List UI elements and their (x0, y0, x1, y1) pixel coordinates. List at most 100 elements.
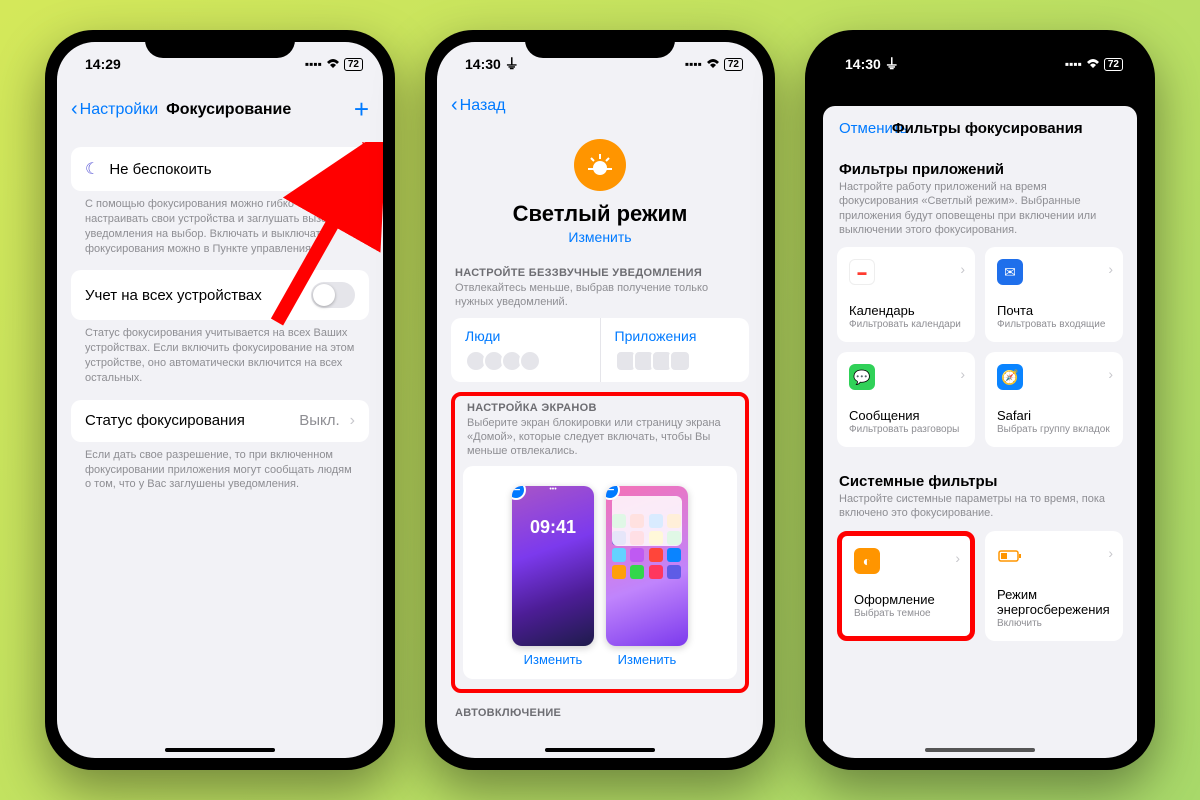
page-title: Фокусирование (166, 101, 354, 119)
tile-title: Режим энергосбережения (997, 587, 1111, 617)
share-across-row[interactable]: Учет на всех устройствах (71, 270, 369, 320)
safari-icon: 🧭 (997, 364, 1023, 390)
status-time: 14:30 ⏚ (465, 54, 519, 74)
tile-title: Оформление (854, 592, 958, 607)
screens-section-desc: Выберите экран блокировки или страницу э… (463, 414, 737, 467)
chevron-right-icon: › (350, 412, 355, 430)
notif-section-header: НАСТРОЙТЕ БЕЗЗВУЧНЫЕ УВЕДОМЛЕНИЯ (451, 267, 749, 279)
dnd-label: Не беспокоить (109, 161, 339, 178)
sun-icon (574, 139, 626, 191)
screen-focus-filters: 14:30 ⏚ ▪▪▪▪ 72 Отменить Фильтры фокусир… (817, 42, 1143, 758)
focus-status-row[interactable]: Статус фокусирования Выкл. › (71, 400, 369, 442)
battery-icon: 72 (724, 58, 743, 71)
apps-avatars (615, 350, 736, 372)
moon-icon: ☾ (85, 159, 99, 179)
chevron-right-icon: › (955, 550, 960, 566)
calendar-icon: ▬ (849, 259, 875, 285)
people-apps-row: Люди Приложения (451, 318, 749, 382)
phone-1: 14:29 ▪▪▪▪ 72 ‹ Настройки Фокусирование … (45, 30, 395, 770)
status-right: ▪▪▪▪ 72 (305, 57, 363, 71)
tile-sub: Выбрать группу вкладок (997, 424, 1111, 435)
chevron-left-icon: ‹ (451, 94, 458, 117)
home-indicator[interactable] (925, 748, 1035, 752)
status-time: 14:29 (85, 56, 121, 72)
status-time: 14:30 ⏚ (845, 54, 899, 74)
tile-title: Почта (997, 303, 1111, 318)
battery-low-icon (997, 543, 1023, 569)
share-footer: Статус фокусирования учитывается на всех… (71, 320, 369, 385)
share-across-toggle[interactable] (311, 282, 355, 308)
back-button[interactable]: ‹ Настройки (71, 98, 158, 121)
lowpower-tile[interactable]: › Режим энергосбережения Включить (985, 531, 1123, 641)
home-indicator[interactable] (165, 748, 275, 752)
tile-sub: Фильтровать календари (849, 319, 963, 330)
notch (905, 30, 1055, 58)
signal-icon: ▪▪▪▪ (305, 57, 322, 71)
status-footer: Если дать свое разрешение, то при включе… (71, 442, 369, 493)
nav-bar: ‹ Настройки Фокусирование + (57, 86, 383, 133)
phone-2: 14:30 ⏚ ▪▪▪▪ 72 ‹ Назад Светлый режим Из… (425, 30, 775, 770)
notch (525, 30, 675, 58)
people-button[interactable]: Люди (451, 318, 600, 382)
back-button[interactable]: ‹ Назад (451, 94, 506, 117)
chevron-right-icon: › (1108, 261, 1113, 277)
status-right: ▪▪▪▪ 72 (685, 57, 743, 71)
battery-icon: 72 (344, 58, 363, 71)
calendar-tile[interactable]: ▬ › Календарь Фильтровать календари (837, 247, 975, 342)
home-screen-thumb[interactable]: − Изменить (606, 486, 688, 667)
auto-section-header: АВТОВКЛЮЧЕНИЕ (451, 707, 749, 719)
tile-title: Safari (997, 408, 1111, 423)
back-label: Назад (460, 97, 506, 115)
tile-title: Календарь (849, 303, 963, 318)
tile-sub: Выбрать темное (854, 608, 958, 619)
chevron-right-icon: › (960, 261, 965, 277)
screens-section-header: НАСТРОЙКА ЭКРАНОВ (463, 402, 737, 414)
sys-filters-desc: Настройте системные параметры на то врем… (837, 492, 1123, 531)
notif-section-desc: Отвлекайтесь меньше, выбрав получение то… (451, 279, 749, 318)
sheet-title: Фильтры фокусирования (854, 120, 1121, 137)
tile-sub: Включить (997, 618, 1111, 629)
home-change-button[interactable]: Изменить (606, 652, 688, 667)
people-label: Люди (465, 328, 586, 344)
widget-preview (612, 496, 682, 546)
thumb-time: 09:41 (512, 493, 594, 538)
mail-tile[interactable]: ✉ › Почта Фильтровать входящие (985, 247, 1123, 342)
filters-sheet: Отменить Фильтры фокусирования Фильтры п… (823, 106, 1137, 758)
add-focus-button[interactable]: + (354, 94, 369, 125)
focus-status-value: Выкл. (299, 412, 339, 429)
lock-change-button[interactable]: Изменить (512, 652, 594, 667)
messages-icon: 💬 (849, 364, 875, 390)
sheet-nav: Отменить Фильтры фокусирования (823, 106, 1137, 147)
share-across-label: Учет на всех устройствах (85, 287, 301, 304)
signal-icon: ▪▪▪▪ (685, 57, 702, 71)
phone-3: 14:30 ⏚ ▪▪▪▪ 72 Отменить Фильтры фокусир… (805, 30, 1155, 770)
apps-label: Приложения (615, 328, 736, 344)
tile-title: Сообщения (849, 408, 963, 423)
chevron-left-icon: ‹ (71, 98, 78, 121)
appearance-icon: ◐ (854, 548, 880, 574)
screen-thumbnails: − ••• 09:41 Изменить − (475, 486, 725, 667)
sys-filter-tiles: ◐ › Оформление Выбрать темное › Режим эн… (837, 531, 1123, 641)
home-indicator[interactable] (545, 748, 655, 752)
appearance-tile[interactable]: ◐ › Оформление Выбрать темное (837, 531, 975, 641)
app-filters-title: Фильтры приложений (837, 151, 1123, 180)
chevron-right-icon: › (350, 160, 355, 178)
safari-tile[interactable]: 🧭 › Safari Выбрать группу вкладок (985, 352, 1123, 447)
annotation-highlight-box: НАСТРОЙКА ЭКРАНОВ Выберите экран блокиро… (451, 392, 749, 694)
lock-screen-thumb[interactable]: − ••• 09:41 Изменить (512, 486, 594, 667)
dnd-footer: С помощью фокусирования можно гибко наст… (71, 191, 369, 256)
signal-icon: ▪▪▪▪ (1065, 57, 1082, 71)
people-avatars (465, 350, 586, 372)
chevron-right-icon: › (1108, 545, 1113, 561)
mail-icon: ✉ (997, 259, 1023, 285)
sys-filters-title: Системные фильтры (837, 463, 1123, 492)
dnd-row[interactable]: ☾ Не беспокоить › (71, 147, 369, 191)
focus-status-label: Статус фокусирования (85, 412, 289, 429)
apps-button[interactable]: Приложения (600, 318, 750, 382)
chevron-right-icon: › (960, 366, 965, 382)
screen-focus-detail: 14:30 ⏚ ▪▪▪▪ 72 ‹ Назад Светлый режим Из… (437, 42, 763, 758)
mode-change-button[interactable]: Изменить (451, 229, 749, 245)
tile-sub: Фильтровать разговоры (849, 424, 963, 435)
messages-tile[interactable]: 💬 › Сообщения Фильтровать разговоры (837, 352, 975, 447)
wifi-icon (326, 57, 340, 71)
